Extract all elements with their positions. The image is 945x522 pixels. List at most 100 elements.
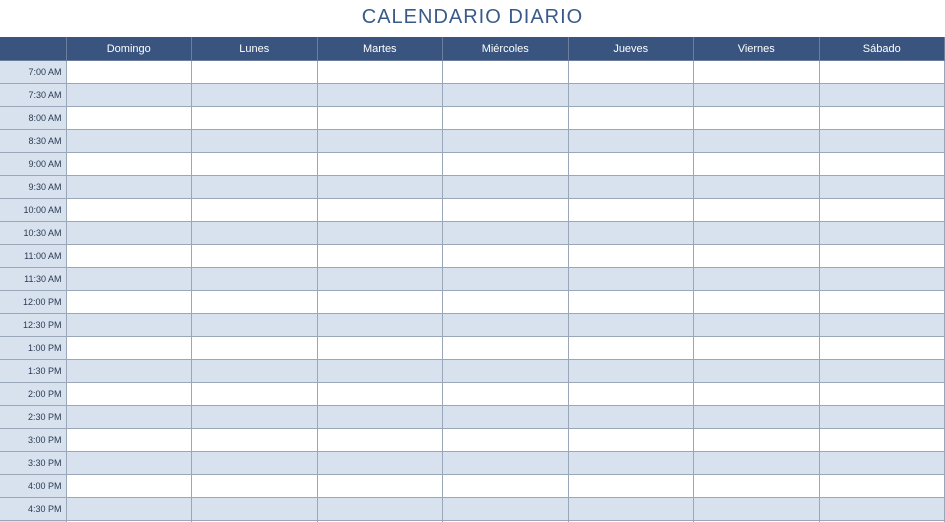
calendar-cell[interactable]	[694, 199, 820, 222]
calendar-cell[interactable]	[443, 176, 569, 199]
calendar-cell[interactable]	[819, 314, 945, 337]
calendar-cell[interactable]	[694, 153, 820, 176]
calendar-cell[interactable]	[192, 406, 318, 429]
calendar-cell[interactable]	[317, 61, 443, 84]
calendar-cell[interactable]	[66, 452, 192, 475]
calendar-cell[interactable]	[568, 84, 694, 107]
calendar-cell[interactable]	[66, 61, 192, 84]
calendar-cell[interactable]	[66, 130, 192, 153]
calendar-cell[interactable]	[819, 199, 945, 222]
calendar-cell[interactable]	[66, 245, 192, 268]
calendar-cell[interactable]	[694, 84, 820, 107]
calendar-cell[interactable]	[819, 268, 945, 291]
calendar-cell[interactable]	[443, 452, 569, 475]
calendar-cell[interactable]	[568, 222, 694, 245]
calendar-cell[interactable]	[819, 498, 945, 521]
calendar-cell[interactable]	[443, 84, 569, 107]
calendar-cell[interactable]	[317, 314, 443, 337]
calendar-cell[interactable]	[819, 429, 945, 452]
calendar-cell[interactable]	[192, 153, 318, 176]
calendar-cell[interactable]	[192, 61, 318, 84]
calendar-cell[interactable]	[317, 222, 443, 245]
calendar-cell[interactable]	[66, 153, 192, 176]
calendar-cell[interactable]	[317, 337, 443, 360]
calendar-cell[interactable]	[694, 130, 820, 153]
calendar-cell[interactable]	[317, 291, 443, 314]
calendar-cell[interactable]	[694, 498, 820, 521]
calendar-cell[interactable]	[694, 245, 820, 268]
calendar-cell[interactable]	[317, 360, 443, 383]
calendar-cell[interactable]	[317, 107, 443, 130]
calendar-cell[interactable]	[66, 222, 192, 245]
calendar-cell[interactable]	[568, 176, 694, 199]
calendar-cell[interactable]	[819, 452, 945, 475]
calendar-cell[interactable]	[66, 475, 192, 498]
calendar-cell[interactable]	[192, 245, 318, 268]
calendar-cell[interactable]	[694, 337, 820, 360]
calendar-cell[interactable]	[443, 107, 569, 130]
calendar-cell[interactable]	[568, 245, 694, 268]
calendar-cell[interactable]	[66, 337, 192, 360]
calendar-cell[interactable]	[819, 130, 945, 153]
calendar-cell[interactable]	[317, 245, 443, 268]
calendar-cell[interactable]	[694, 222, 820, 245]
calendar-cell[interactable]	[443, 314, 569, 337]
calendar-cell[interactable]	[568, 199, 694, 222]
calendar-cell[interactable]	[694, 406, 820, 429]
calendar-cell[interactable]	[819, 383, 945, 406]
calendar-cell[interactable]	[66, 429, 192, 452]
calendar-cell[interactable]	[443, 199, 569, 222]
calendar-cell[interactable]	[66, 268, 192, 291]
calendar-cell[interactable]	[694, 383, 820, 406]
calendar-cell[interactable]	[443, 268, 569, 291]
calendar-cell[interactable]	[317, 498, 443, 521]
calendar-cell[interactable]	[317, 153, 443, 176]
calendar-cell[interactable]	[819, 84, 945, 107]
calendar-cell[interactable]	[694, 176, 820, 199]
calendar-cell[interactable]	[443, 153, 569, 176]
calendar-cell[interactable]	[192, 291, 318, 314]
calendar-cell[interactable]	[192, 107, 318, 130]
calendar-cell[interactable]	[317, 84, 443, 107]
calendar-cell[interactable]	[568, 107, 694, 130]
calendar-cell[interactable]	[443, 291, 569, 314]
calendar-cell[interactable]	[694, 360, 820, 383]
calendar-cell[interactable]	[443, 498, 569, 521]
calendar-cell[interactable]	[192, 429, 318, 452]
calendar-cell[interactable]	[694, 61, 820, 84]
calendar-cell[interactable]	[443, 429, 569, 452]
calendar-cell[interactable]	[443, 245, 569, 268]
calendar-cell[interactable]	[192, 337, 318, 360]
calendar-cell[interactable]	[192, 199, 318, 222]
calendar-cell[interactable]	[66, 383, 192, 406]
calendar-cell[interactable]	[66, 107, 192, 130]
calendar-cell[interactable]	[317, 429, 443, 452]
calendar-cell[interactable]	[192, 383, 318, 406]
calendar-cell[interactable]	[819, 222, 945, 245]
calendar-cell[interactable]	[317, 176, 443, 199]
calendar-cell[interactable]	[317, 452, 443, 475]
calendar-cell[interactable]	[66, 291, 192, 314]
calendar-cell[interactable]	[192, 176, 318, 199]
calendar-cell[interactable]	[819, 153, 945, 176]
calendar-cell[interactable]	[568, 452, 694, 475]
calendar-cell[interactable]	[568, 406, 694, 429]
calendar-cell[interactable]	[192, 130, 318, 153]
calendar-cell[interactable]	[819, 360, 945, 383]
calendar-cell[interactable]	[317, 130, 443, 153]
calendar-cell[interactable]	[568, 360, 694, 383]
calendar-cell[interactable]	[819, 337, 945, 360]
calendar-cell[interactable]	[66, 360, 192, 383]
calendar-cell[interactable]	[66, 314, 192, 337]
calendar-cell[interactable]	[819, 61, 945, 84]
calendar-cell[interactable]	[819, 176, 945, 199]
calendar-cell[interactable]	[819, 245, 945, 268]
calendar-cell[interactable]	[192, 360, 318, 383]
calendar-cell[interactable]	[443, 130, 569, 153]
calendar-cell[interactable]	[568, 153, 694, 176]
calendar-cell[interactable]	[317, 475, 443, 498]
calendar-cell[interactable]	[694, 107, 820, 130]
calendar-cell[interactable]	[192, 475, 318, 498]
calendar-cell[interactable]	[568, 475, 694, 498]
calendar-cell[interactable]	[317, 268, 443, 291]
